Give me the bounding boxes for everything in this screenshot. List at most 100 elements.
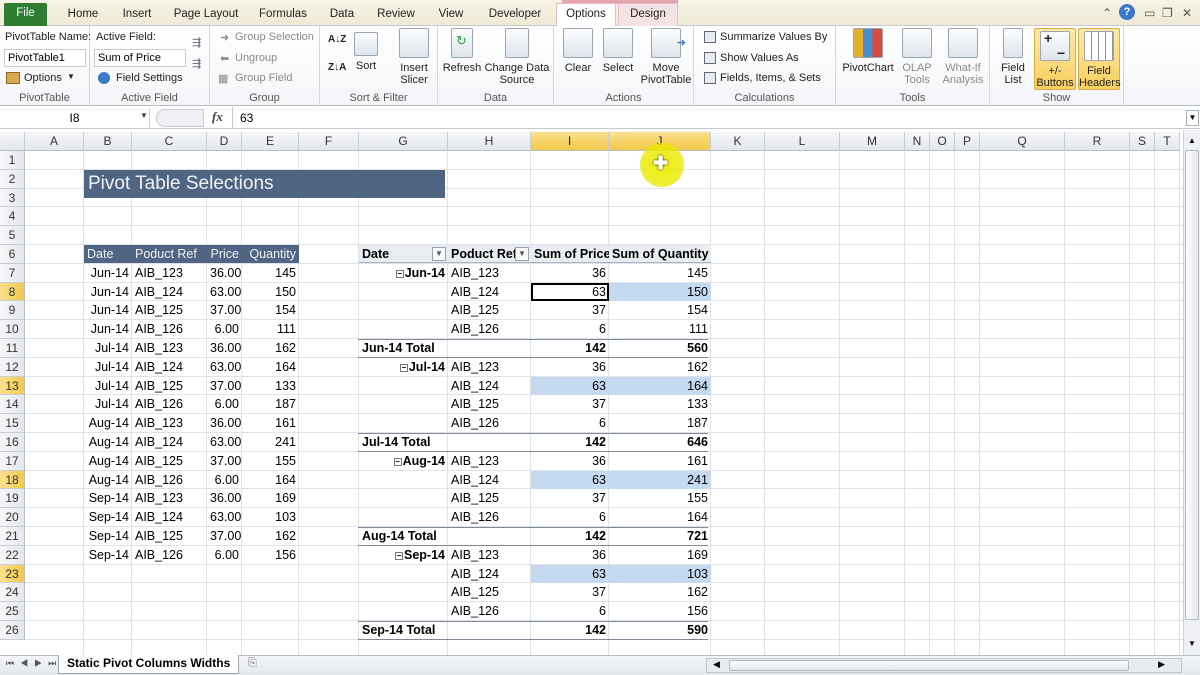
- pivot-quantity-cell[interactable]: 154: [609, 301, 711, 320]
- pivot-price-cell[interactable]: 37: [531, 583, 609, 602]
- source-cell[interactable]: Jun-14: [84, 320, 132, 339]
- source-cell[interactable]: Jun-14: [84, 264, 132, 283]
- source-cell[interactable]: 6.00: [207, 395, 242, 414]
- scroll-down-icon[interactable]: ▼: [1186, 639, 1198, 649]
- column-header-a[interactable]: A: [25, 132, 84, 151]
- source-cell[interactable]: AIB_125: [132, 527, 207, 546]
- scroll-up-icon[interactable]: ▲: [1186, 136, 1198, 146]
- vertical-scroll-thumb[interactable]: [1185, 150, 1199, 620]
- source-cell[interactable]: 37.00: [207, 301, 242, 320]
- help-icon[interactable]: ?: [1119, 4, 1135, 20]
- pivot-price-cell[interactable]: 63: [531, 377, 609, 396]
- refresh-button[interactable]: ↻ Refresh: [442, 28, 482, 74]
- source-cell[interactable]: 154: [242, 301, 299, 320]
- source-cell[interactable]: 36.00: [207, 339, 242, 358]
- options-button[interactable]: Options: [24, 72, 62, 84]
- pivot-price-cell[interactable]: 36: [531, 452, 609, 471]
- source-cell[interactable]: AIB_124: [132, 508, 207, 527]
- row-header-23[interactable]: 23: [0, 564, 25, 584]
- window-restore-icon[interactable]: ❐: [1162, 6, 1173, 20]
- pivot-quantity-cell[interactable]: 169: [609, 546, 711, 565]
- select-button[interactable]: Select: [598, 28, 638, 74]
- pivot-product-cell[interactable]: AIB_125: [448, 489, 531, 508]
- insert-slicer-button[interactable]: Insert Slicer: [394, 28, 434, 86]
- what-if-analysis-button[interactable]: What-If Analysis: [938, 28, 988, 86]
- source-cell[interactable]: Jul-14: [84, 358, 132, 377]
- pivot-product-cell[interactable]: AIB_123: [448, 452, 531, 471]
- olap-tools-button[interactable]: OLAP Tools: [898, 28, 936, 86]
- product-filter-dropdown-icon[interactable]: ▼: [515, 247, 529, 261]
- source-cell[interactable]: AIB_124: [132, 283, 207, 302]
- pivot-quantity-cell[interactable]: 145: [609, 264, 711, 283]
- insert-sheet-icon[interactable]: ⎘: [248, 657, 257, 670]
- pivot-total-label[interactable]: Aug-14 Total: [359, 527, 448, 546]
- field-settings-button[interactable]: Field Settings: [116, 72, 183, 84]
- source-cell[interactable]: 103: [242, 508, 299, 527]
- row-header-25[interactable]: 25: [0, 602, 25, 621]
- pivot-quantity-cell[interactable]: 162: [609, 583, 711, 602]
- tab-page-layout[interactable]: Page Layout: [170, 4, 242, 26]
- pivot-date-item[interactable]: − Aug-14: [359, 452, 448, 471]
- pivot-total-price[interactable]: 142: [531, 339, 609, 358]
- collapse-field-icon[interactable]: ⇶: [192, 57, 201, 70]
- pivot-price-cell[interactable]: 37: [531, 395, 609, 414]
- expand-field-icon[interactable]: ⇶: [192, 36, 201, 49]
- name-box[interactable]: I8: [0, 108, 150, 128]
- insert-function-icon[interactable]: fx: [212, 109, 223, 125]
- source-cell[interactable]: 63.00: [207, 433, 242, 452]
- source-cell[interactable]: 164: [242, 471, 299, 490]
- source-cell[interactable]: 150: [242, 283, 299, 302]
- tab-formulas[interactable]: Formulas: [254, 4, 312, 26]
- collapse-icon[interactable]: −: [395, 551, 403, 560]
- source-cell[interactable]: Sep-14: [84, 508, 132, 527]
- column-header-o[interactable]: O: [930, 132, 955, 151]
- column-header-m[interactable]: M: [840, 132, 905, 151]
- source-cell[interactable]: AIB_126: [132, 546, 207, 565]
- source-cell[interactable]: 36.00: [207, 414, 242, 433]
- pivot-total-quantity[interactable]: 590: [609, 621, 711, 640]
- source-header-cell[interactable]: Price: [207, 245, 242, 264]
- pivot-date-item[interactable]: − Jul-14: [359, 358, 448, 377]
- pivot-date-item[interactable]: − Jun-14: [359, 264, 448, 283]
- pivot-total-label[interactable]: Jun-14 Total: [359, 339, 448, 358]
- source-cell[interactable]: AIB_124: [132, 358, 207, 377]
- source-cell[interactable]: AIB_124: [132, 433, 207, 452]
- window-close-icon[interactable]: ✕: [1182, 6, 1192, 20]
- sheet-nav-icons[interactable]: ⏮◀▶⏭: [6, 658, 62, 669]
- pivot-quantity-cell[interactable]: 103: [609, 565, 711, 584]
- source-header-cell[interactable]: Date: [84, 245, 132, 264]
- source-cell[interactable]: 63.00: [207, 508, 242, 527]
- row-header-6[interactable]: 6: [0, 245, 25, 264]
- row-header-13[interactable]: 13: [0, 376, 25, 396]
- column-header-q[interactable]: Q: [980, 132, 1065, 151]
- clear-button[interactable]: Clear: [558, 28, 598, 74]
- vertical-scrollbar[interactable]: ▲ ▼: [1183, 130, 1200, 655]
- options-dropdown-icon[interactable]: ▼: [67, 72, 75, 81]
- pivot-date-item[interactable]: − Sep-14: [359, 546, 448, 565]
- horizontal-scrollbar[interactable]: ◀ ▶: [706, 658, 1182, 673]
- expand-formula-bar-icon[interactable]: ▼: [1186, 110, 1199, 126]
- sort-a-z-icon[interactable]: A↓Z: [328, 34, 346, 45]
- pivotchart-button[interactable]: PivotChart: [840, 28, 896, 74]
- date-filter-dropdown-icon[interactable]: ▼: [432, 247, 446, 261]
- pivot-quantity-cell[interactable]: 164: [609, 377, 711, 396]
- window-minimize-icon[interactable]: ▭: [1144, 6, 1155, 20]
- formula-input[interactable]: 63: [240, 107, 253, 129]
- row-header-12[interactable]: 12: [0, 357, 25, 377]
- row-header-19[interactable]: 19: [0, 489, 25, 509]
- pivot-product-cell[interactable]: AIB_126: [448, 414, 531, 433]
- column-header-h[interactable]: H: [448, 132, 531, 151]
- sort-z-a-icon[interactable]: Z↓A: [328, 62, 346, 73]
- pivot-price-cell[interactable]: 36: [531, 546, 609, 565]
- pivot-total-label[interactable]: Jul-14 Total: [359, 433, 448, 452]
- source-cell[interactable]: 63.00: [207, 283, 242, 302]
- pivot-quantity-cell[interactable]: 155: [609, 489, 711, 508]
- pivot-price-cell[interactable]: 63: [531, 283, 609, 302]
- summarize-values-button[interactable]: Summarize Values By: [720, 31, 827, 43]
- source-cell[interactable]: 162: [242, 527, 299, 546]
- source-cell[interactable]: 36.00: [207, 264, 242, 283]
- worksheet-grid[interactable]: A B C D E F G H I J K L M N O P Q R S T 1 2 3 4 5 6 7 8 9 10 11 12 13 14 1…: [0, 132, 1184, 655]
- pivot-price-cell[interactable]: 6: [531, 508, 609, 527]
- row-header-11[interactable]: 11: [0, 339, 25, 358]
- name-box-dropdown-icon[interactable]: ▼: [140, 111, 148, 120]
